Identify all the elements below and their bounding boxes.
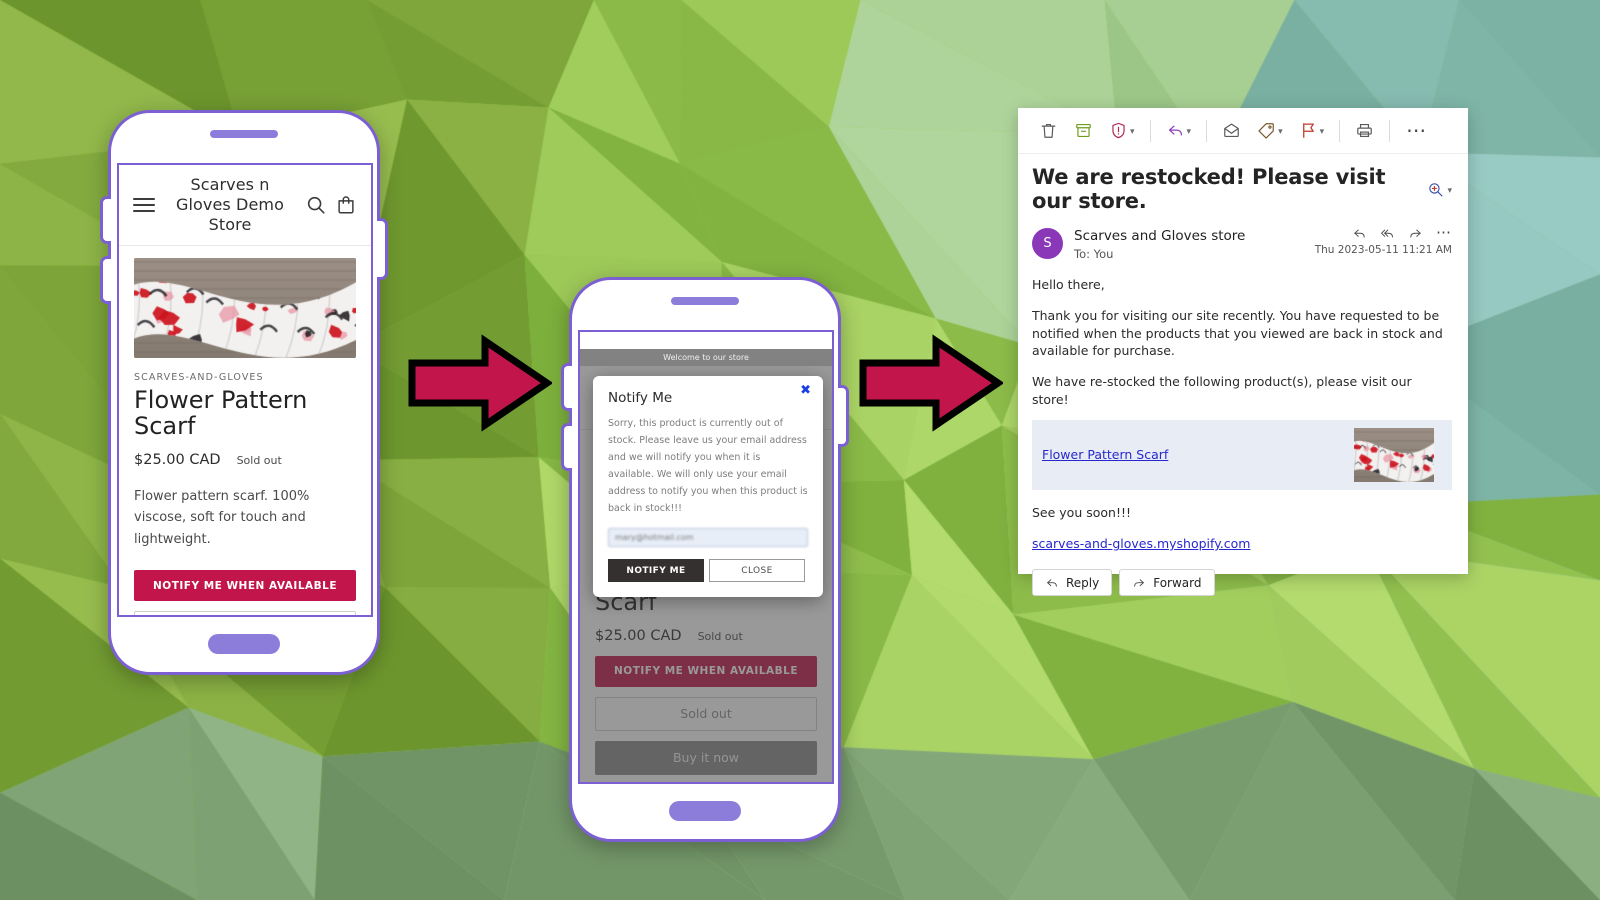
product-image xyxy=(134,258,356,358)
recipient-label: To: You xyxy=(1074,247,1114,262)
phone-speaker xyxy=(671,297,739,305)
reply-button[interactable]: Reply xyxy=(1032,569,1113,597)
phone-home-indicator xyxy=(669,801,741,821)
forward-button[interactable]: Forward xyxy=(1119,569,1215,597)
sold-out-button[interactable]: Sold out xyxy=(134,611,356,615)
hamburger-icon[interactable] xyxy=(133,198,155,212)
product-vendor: SCARVES-AND-GLOVES xyxy=(134,372,264,383)
sender-name: Scarves and Gloves store xyxy=(1074,228,1246,244)
phone-volume-down-button[interactable] xyxy=(561,423,572,471)
email-closing: See you soon!!! xyxy=(1032,504,1131,520)
archive-icon xyxy=(1074,121,1093,140)
email-paragraph-1: Thank you for visiting our site recently… xyxy=(1032,307,1443,359)
phone-power-button[interactable] xyxy=(377,218,388,280)
notify-me-when-available-button[interactable]: NOTIFY ME WHEN AVAILABLE xyxy=(134,570,356,602)
email-subject: We are restocked! Please visit our store… xyxy=(1032,165,1386,213)
forward-icon[interactable] xyxy=(1408,226,1423,241)
phone-power-button[interactable] xyxy=(838,385,849,447)
email-action-buttons: Reply Forward xyxy=(1032,569,1452,610)
flag-button[interactable]: ▾ xyxy=(1292,114,1332,148)
store-link[interactable]: scarves-and-gloves.myshopify.com xyxy=(1032,536,1250,551)
store-title: Scarves n Gloves Demo Store xyxy=(175,175,284,234)
archive-button[interactable] xyxy=(1067,114,1100,148)
chevron-down-icon[interactable]: ▾ xyxy=(1447,184,1452,195)
email-reading-pane: ▾ ▾ ▾ ▾ ⋯ We are restocked! Please visit… xyxy=(1018,108,1468,597)
phone-mockup-2: Scarves n Gloves Demo Store xyxy=(561,277,849,842)
email-toolbar: ▾ ▾ ▾ ▾ ⋯ xyxy=(1018,108,1468,154)
print-icon xyxy=(1355,121,1374,140)
welcome-banner: Welcome to our store xyxy=(580,349,832,366)
flow-arrow-1 xyxy=(407,333,552,433)
more-options-icon[interactable]: ⋯ xyxy=(1436,226,1452,240)
cart-icon[interactable] xyxy=(335,194,357,216)
chevron-down-icon[interactable]: ▾ xyxy=(1130,125,1135,136)
zoom-in-icon xyxy=(1427,181,1444,198)
email-paragraph-2: We have re-stocked the following product… xyxy=(1032,374,1412,407)
mark-unread-button[interactable] xyxy=(1215,114,1248,148)
forward-icon xyxy=(1132,576,1146,590)
email-subject-row: We are restocked! Please visit our store… xyxy=(1018,154,1468,222)
more-options-icon[interactable]: ⋯ xyxy=(1398,121,1435,141)
reply-icon[interactable] xyxy=(1352,226,1367,241)
flag-icon xyxy=(1299,121,1318,140)
reply-button[interactable]: ▾ xyxy=(1159,114,1199,148)
close-icon[interactable]: ✖ xyxy=(800,384,811,397)
product-link[interactable]: Flower Pattern Scarf xyxy=(1042,447,1168,462)
delete-icon xyxy=(1039,121,1058,140)
chevron-down-icon[interactable]: ▾ xyxy=(1278,125,1283,136)
chevron-down-icon[interactable]: ▾ xyxy=(1187,125,1192,136)
report-shield-icon xyxy=(1109,121,1128,140)
reply-icon xyxy=(1045,576,1059,590)
email-timestamp: Thu 2023-05-11 11:21 AM xyxy=(1314,244,1452,256)
print-button[interactable] xyxy=(1348,114,1381,148)
toolbar-separator xyxy=(1339,119,1341,142)
phone-volume-up-button[interactable] xyxy=(561,363,572,411)
product-price: $25.00 CAD xyxy=(134,451,221,468)
shop-header-1: Scarves n Gloves Demo Store xyxy=(119,165,371,246)
product-title: Flower Pattern Scarf xyxy=(134,386,308,441)
product-thumbnail xyxy=(1354,427,1434,482)
phone-volume-up-button[interactable] xyxy=(100,196,111,244)
notify-me-button[interactable]: NOTIFY ME xyxy=(608,559,704,583)
toolbar-separator xyxy=(1206,119,1208,142)
notify-me-modal: ✖ Notify Me Sorry, this product is curre… xyxy=(593,376,823,598)
reply-all-icon[interactable] xyxy=(1380,226,1395,241)
forward-button-label: Forward xyxy=(1153,575,1202,590)
shop-page-1: Scarves n Gloves Demo Store SCARVES-AND-… xyxy=(119,165,371,615)
email-input[interactable]: mary@hotmail.com xyxy=(608,528,808,548)
search-icon[interactable] xyxy=(305,194,327,216)
restocked-product-card: Flower Pattern Scarf xyxy=(1032,419,1452,490)
phone1-screen: Scarves n Gloves Demo Store SCARVES-AND-… xyxy=(117,163,373,617)
delete-button[interactable] xyxy=(1032,114,1065,148)
phone-mockup-1: Scarves n Gloves Demo Store SCARVES-AND-… xyxy=(100,110,388,675)
phone-speaker xyxy=(210,130,278,138)
toolbar-separator xyxy=(1149,119,1151,142)
toolbar-separator xyxy=(1389,119,1391,142)
product-description: Flower pattern scarf. 100% viscose, soft… xyxy=(134,488,310,547)
mark-unread-envelope-icon xyxy=(1222,121,1241,140)
phone2-screen: Scarves n Gloves Demo Store xyxy=(578,330,834,784)
avatar: S xyxy=(1032,228,1063,259)
close-button[interactable]: CLOSE xyxy=(709,559,805,583)
reply-icon xyxy=(1166,121,1185,140)
chevron-down-icon[interactable]: ▾ xyxy=(1320,125,1325,136)
email-greeting: Hello there, xyxy=(1032,277,1105,293)
shop-page-2: Scarves n Gloves Demo Store xyxy=(580,349,832,782)
email-sender-row: S Scarves and Gloves store To: You ⋯ Thu… xyxy=(1018,222,1468,272)
email-body: Hello there, Thank you for visiting our … xyxy=(1018,272,1468,610)
flow-arrow-2 xyxy=(858,333,1003,433)
modal-title: Notify Me xyxy=(608,390,673,406)
phone-volume-down-button[interactable] xyxy=(100,256,111,304)
categorize-button[interactable]: ▾ xyxy=(1250,114,1290,148)
availability-label: Sold out xyxy=(236,453,282,467)
tag-icon xyxy=(1257,121,1276,140)
phone-home-indicator xyxy=(208,634,280,654)
zoom-control[interactable]: ▾ xyxy=(1427,181,1452,198)
reply-button-label: Reply xyxy=(1066,575,1100,590)
modal-body-text: Sorry, this product is currently out of … xyxy=(608,418,808,514)
report-button[interactable]: ▾ xyxy=(1102,114,1142,148)
